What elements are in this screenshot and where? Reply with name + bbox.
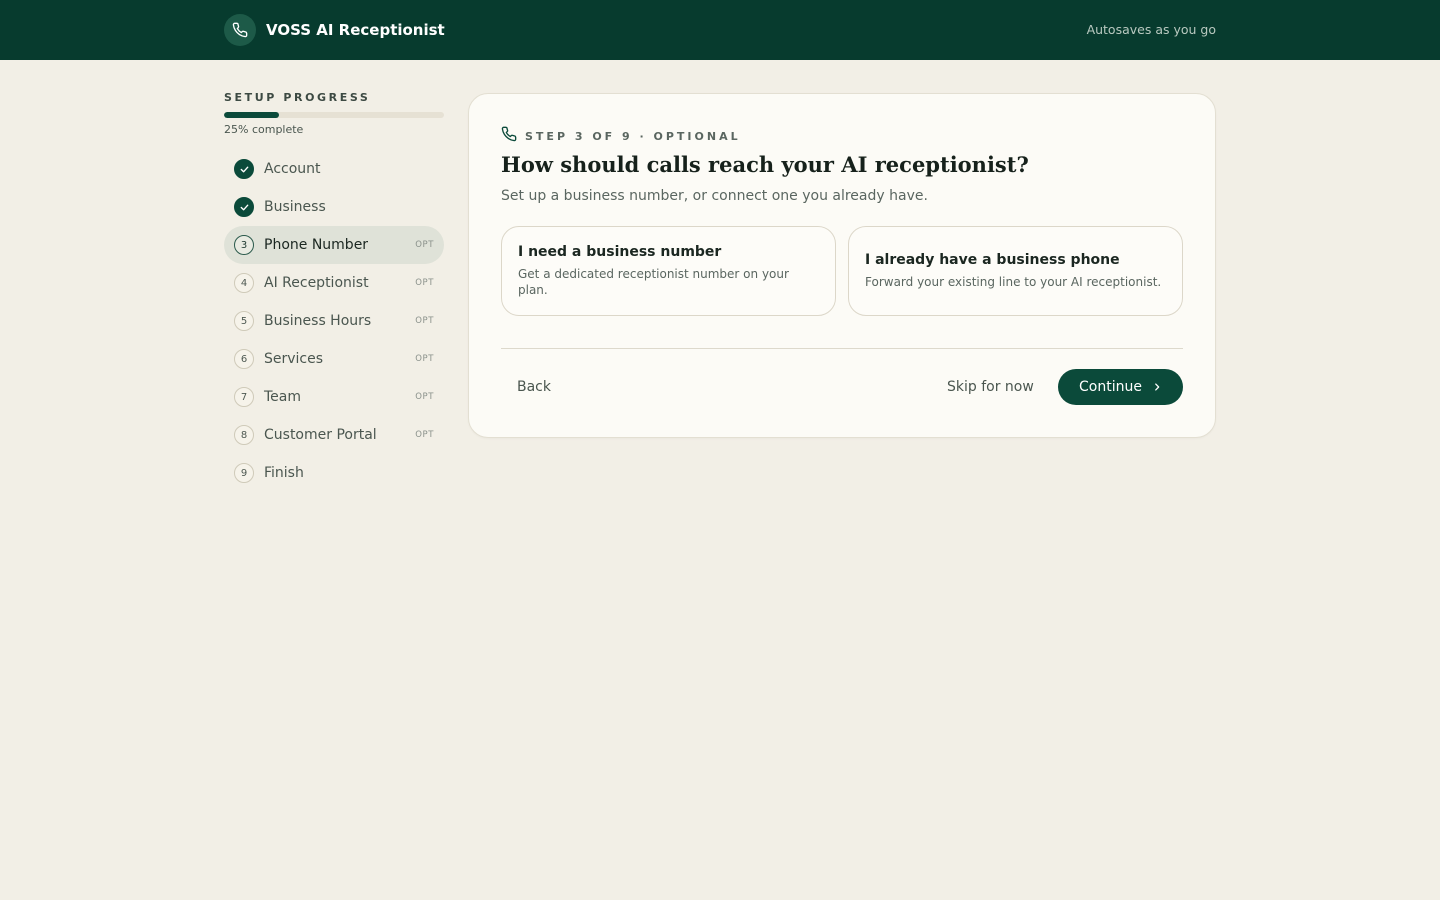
step-label: AI Receptionist — [264, 275, 369, 291]
step-number: 5 — [234, 311, 254, 331]
brand[interactable]: VOSS AI Receptionist — [224, 14, 445, 46]
step-item-business-hours[interactable]: 5 Business Hours OPT — [224, 302, 444, 340]
optional-tag: OPT — [415, 278, 434, 288]
page-subtitle: Set up a business number, or connect one… — [501, 188, 928, 204]
brand-name: VOSS AI Receptionist — [266, 21, 445, 39]
step-label: Services — [264, 351, 324, 367]
step-label: Team — [264, 389, 302, 405]
step-label: Customer Portal — [264, 427, 377, 443]
option-need-number[interactable]: I need a business number Get a dedicated… — [501, 226, 836, 316]
step-number: 3 — [234, 235, 254, 255]
check-icon — [234, 159, 254, 179]
step-label: Business — [264, 199, 326, 215]
check-icon — [234, 197, 254, 217]
step-item-account[interactable]: Account — [224, 150, 444, 188]
back-button[interactable]: Back — [501, 369, 567, 405]
step-item-finish[interactable]: 9 Finish — [224, 454, 444, 492]
optional-tag: OPT — [415, 316, 434, 326]
step-label: Account — [264, 161, 321, 177]
setup-sidebar: SETUP PROGRESS 25% complete Account Busi… — [224, 91, 444, 492]
autosave-status: Autosaves as you go — [1086, 22, 1216, 37]
option-description: Forward your existing line to your AI re… — [865, 275, 1162, 289]
step-item-ai-receptionist[interactable]: 4 AI Receptionist OPT — [224, 264, 444, 302]
step-card: STEP 3 OF 9 · OPTIONAL How should calls … — [468, 93, 1216, 438]
optional-tag: OPT — [415, 240, 434, 250]
step-indicator: STEP 3 OF 9 · OPTIONAL — [525, 129, 741, 143]
step-label: Phone Number — [264, 237, 369, 253]
step-item-phone-number[interactable]: 3 Phone Number OPT — [224, 226, 444, 264]
step-number: 7 — [234, 387, 254, 407]
chevron-right-icon — [1152, 382, 1162, 392]
step-label: Business Hours — [264, 313, 372, 329]
continue-label: Continue — [1079, 379, 1142, 395]
optional-tag: OPT — [415, 354, 434, 364]
progress-title: SETUP PROGRESS — [224, 91, 371, 104]
step-item-customer-portal[interactable]: 8 Customer Portal OPT — [224, 416, 444, 454]
phone-icon — [224, 14, 256, 46]
progress-bar-fill — [224, 112, 279, 118]
step-eyebrow: STEP 3 OF 9 · OPTIONAL — [501, 126, 741, 146]
progress-bar — [224, 112, 444, 118]
continue-button[interactable]: Continue — [1058, 369, 1183, 405]
step-number: 6 — [234, 349, 254, 369]
step-number: 8 — [234, 425, 254, 445]
step-item-business[interactable]: Business — [224, 188, 444, 226]
step-number: 9 — [234, 463, 254, 483]
skip-button[interactable]: Skip for now — [931, 369, 1050, 405]
page-title: How should calls reach your AI reception… — [501, 152, 1029, 177]
step-list: Account Business 3 Phone Number OPT 4 AI… — [224, 150, 444, 492]
option-description: Get a dedicated receptionist number on y… — [518, 267, 789, 297]
top-bar: VOSS AI Receptionist Autosaves as you go — [0, 0, 1440, 60]
optional-tag: OPT — [415, 430, 434, 440]
progress-text: 25% complete — [224, 123, 304, 136]
step-item-team[interactable]: 7 Team OPT — [224, 378, 444, 416]
optional-tag: OPT — [415, 392, 434, 402]
step-label: Finish — [264, 465, 304, 481]
step-number: 4 — [234, 273, 254, 293]
option-have-phone[interactable]: I already have a business phone Forward … — [848, 226, 1183, 316]
option-title: I already have a business phone — [865, 252, 1120, 268]
option-title: I need a business number — [518, 244, 722, 260]
step-item-services[interactable]: 6 Services OPT — [224, 340, 444, 378]
divider — [501, 348, 1183, 349]
phone-icon — [501, 126, 517, 146]
